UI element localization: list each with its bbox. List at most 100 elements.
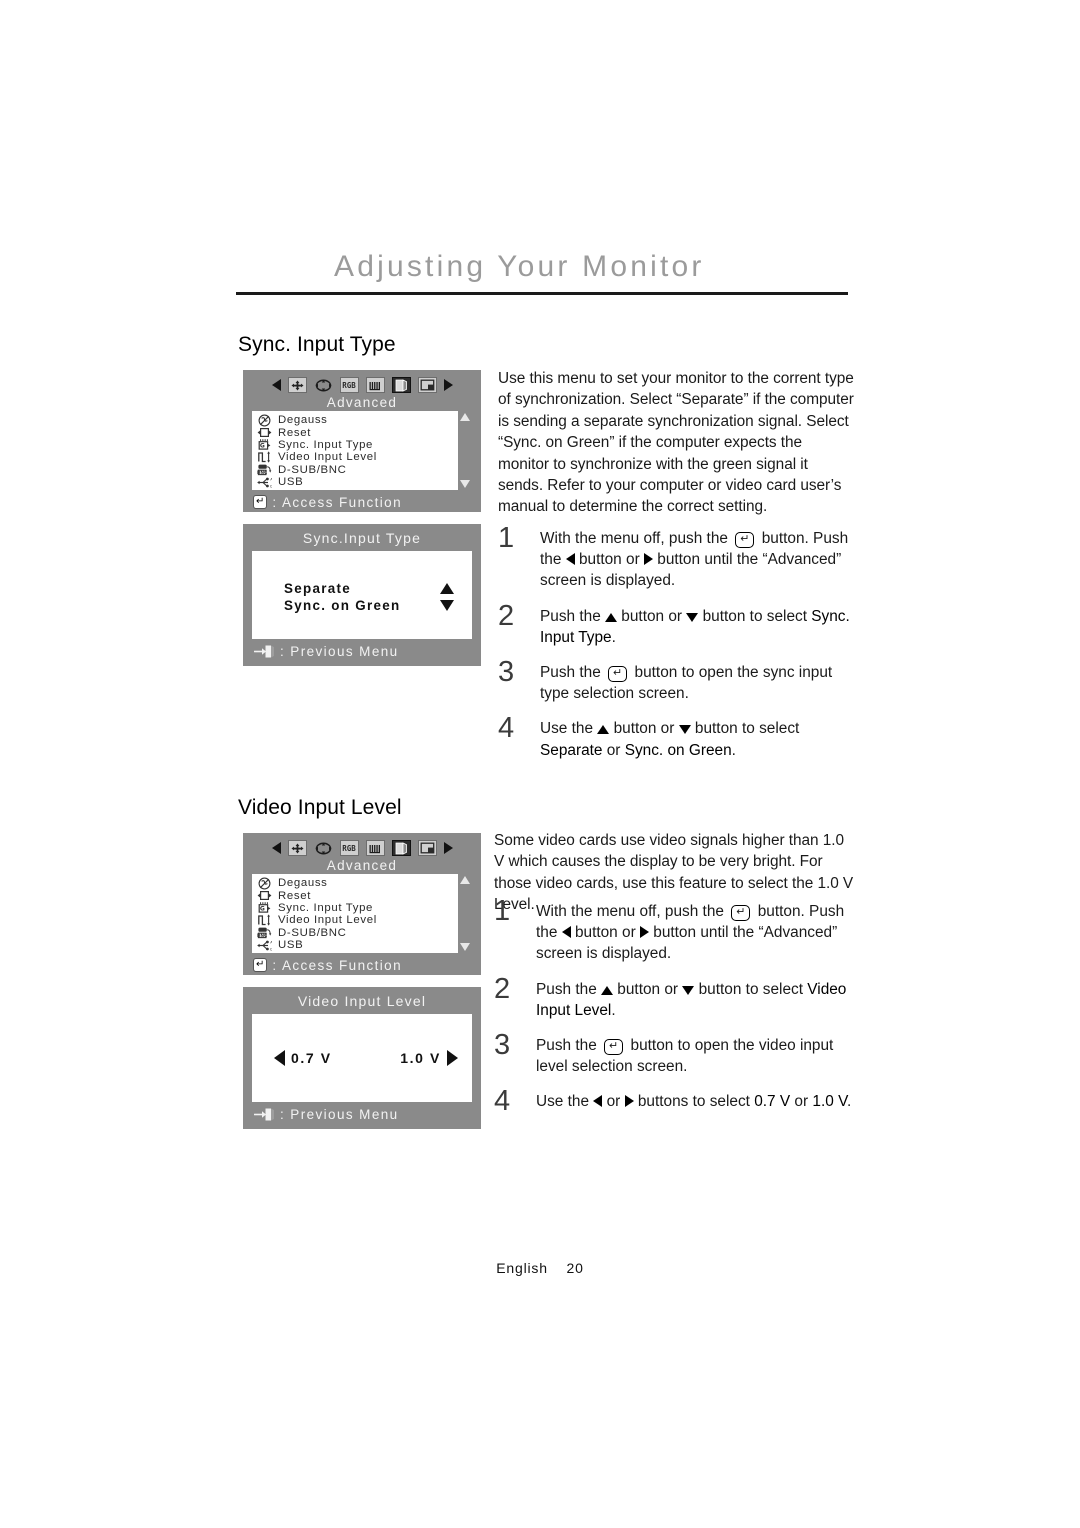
scroll-down-arrow-icon[interactable]	[460, 480, 470, 488]
step-list-sync-input-type: 1 With the menu off, push the ↵ button. P…	[498, 522, 858, 772]
osd-menu-item[interactable]: BNC D-SUB/BNC	[256, 464, 458, 476]
moire-icon[interactable]	[365, 377, 385, 393]
osd-menu-item[interactable]: Reset	[256, 426, 458, 439]
osd-menu-item-label: Video Input Level	[278, 914, 377, 927]
osd-menu-icon[interactable]	[417, 377, 437, 393]
osd-footer: : Previous Menu	[243, 1102, 481, 1124]
tab-prev-arrow-icon[interactable]	[271, 842, 281, 854]
advanced-icon[interactable]	[391, 840, 411, 856]
step-emphasis-term: 1.0 V	[812, 1093, 847, 1111]
osd-option-list: Separate Sync. on Green	[284, 580, 454, 614]
osd-item-list: Degauss Reset G Sync. Input Type Video Input…	[252, 874, 458, 953]
osd-item-list-wrapper: Degauss Reset G Sync. Input Type Video Input…	[252, 874, 472, 953]
svg-text:G: G	[259, 443, 264, 450]
page-title: Adjusting Your Monitor	[334, 250, 705, 283]
footer-page-number: 20	[566, 1260, 584, 1276]
step-emphasis-term: 0.7 V	[754, 1093, 791, 1111]
step-text: Push the ↵ button to open the video inpu…	[536, 1037, 834, 1076]
instruction-step: 4 Use the button or button to select Sepa…	[498, 714, 858, 760]
left-arrow-icon	[593, 1095, 603, 1108]
osd-video-input-level-screen: Video Input Level 0.7 V 1.0 V : Previous…	[243, 987, 481, 1129]
osd-value-left[interactable]: 0.7 V	[274, 1050, 332, 1066]
osd-footer: ↵ : Access Function	[243, 953, 481, 975]
svg-text:b: b	[270, 947, 272, 951]
osd-scrollbar[interactable]	[458, 874, 472, 953]
osd-menu-item[interactable]: G Sync. Input Type	[256, 902, 458, 914]
osd-menu-item-label: USB	[278, 939, 304, 952]
chapter-header: Adjusting Your Monitor	[236, 250, 848, 295]
right-arrow-icon	[639, 926, 649, 939]
osd-menu-item[interactable]: G Sync. Input Type	[256, 439, 458, 451]
step-text: With the menu off, push the ↵ button. Pu…	[540, 530, 849, 590]
geometry-icon[interactable]	[314, 840, 333, 856]
exit-icon	[253, 1107, 275, 1122]
value-left-arrow-icon[interactable]	[274, 1050, 285, 1066]
osd-menu-item[interactable]: Ab USB	[256, 476, 458, 488]
osd-subtitle: Advanced	[326, 395, 398, 410]
right-arrow-icon	[624, 1095, 634, 1108]
osd-value-row: 0.7 V 1.0 V	[274, 1050, 458, 1066]
osd-sync-input-type-screen: Sync.Input Type Separate Sync. on Green …	[243, 524, 481, 666]
osd-menu-item[interactable]: BNC D-SUB/BNC	[256, 927, 458, 939]
instruction-step: 3 Push the ↵ button to open the video inp…	[494, 1029, 858, 1077]
value-1-0v-label: 1.0 V	[400, 1050, 441, 1066]
osd-menu-item-label: D-SUB/BNC	[278, 926, 347, 939]
osd-menu-item[interactable]: Degauss	[256, 414, 458, 426]
moire-icon[interactable]	[365, 840, 385, 856]
section-heading-video-input-level: Video Input Level	[238, 796, 402, 819]
value-0-7v-label: 0.7 V	[291, 1050, 332, 1066]
degauss-icon	[256, 877, 272, 890]
enter-key-icon: ↵	[253, 958, 268, 972]
osd-value-right[interactable]: 1.0 V	[400, 1050, 458, 1066]
step-text: Push the button or button to select Vide…	[536, 980, 847, 1019]
rgb-color-icon[interactable]: RGB	[339, 377, 359, 393]
page-footer: English 20	[0, 1260, 1080, 1276]
down-arrow-icon	[686, 612, 699, 622]
advanced-icon[interactable]	[391, 377, 411, 393]
osd-screen-title: Sync.Input Type	[302, 530, 422, 546]
svg-text:RGB: RGB	[342, 844, 356, 853]
option-up-arrow-icon[interactable]	[440, 583, 454, 594]
rgb-color-icon[interactable]: RGB	[339, 840, 359, 856]
geometry-icon[interactable]	[314, 377, 333, 393]
tab-next-arrow-icon[interactable]	[443, 379, 453, 391]
position-icon[interactable]	[287, 377, 307, 393]
step-number: 1	[498, 522, 515, 554]
osd-screen-body: 0.7 V 1.0 V	[252, 1014, 472, 1102]
tab-next-arrow-icon[interactable]	[443, 842, 453, 854]
osd-footer-label: : Access Function	[272, 957, 402, 973]
scroll-up-arrow-icon[interactable]	[460, 876, 470, 884]
osd-footer-label: : Previous Menu	[280, 1106, 399, 1122]
svg-text:BNC: BNC	[257, 933, 267, 939]
tab-prev-arrow-icon[interactable]	[271, 379, 281, 391]
osd-option-label: Sync. on Green	[284, 598, 401, 613]
osd-menu-item[interactable]: Video Input Level	[256, 451, 458, 463]
osd-screen-title: Video Input Level	[297, 993, 427, 1009]
osd-menu-item-label: D-SUB/BNC	[278, 463, 347, 476]
step-number: 4	[494, 1085, 511, 1118]
osd-option-separate[interactable]: Separate	[284, 580, 454, 597]
osd-menu-icon[interactable]	[417, 840, 437, 856]
scroll-down-arrow-icon[interactable]	[460, 943, 470, 951]
osd-screen-body: Separate Sync. on Green	[252, 551, 472, 639]
left-arrow-icon	[561, 926, 571, 939]
osd-menu-item-label: Sync. Input Type	[278, 438, 374, 451]
step-number: 3	[498, 656, 515, 689]
osd-option-label: Separate	[284, 581, 351, 596]
osd-menu-item[interactable]: Reset	[256, 889, 458, 902]
option-down-arrow-icon[interactable]	[440, 600, 454, 611]
scroll-up-arrow-icon[interactable]	[460, 413, 470, 421]
osd-menu-item[interactable]: Video Input Level	[256, 914, 458, 926]
osd-scrollbar[interactable]	[458, 411, 472, 490]
value-right-arrow-icon[interactable]	[447, 1050, 458, 1066]
osd-footer: : Previous Menu	[243, 639, 481, 661]
position-icon[interactable]	[287, 840, 307, 856]
osd-menu-item[interactable]: Ab USB	[256, 939, 458, 951]
osd-menu-item[interactable]: Degauss	[256, 877, 458, 889]
instruction-step: 1 With the menu off, push the ↵ button. P…	[494, 897, 858, 965]
enter-key-icon: ↵	[608, 666, 628, 683]
dsub-bnc-icon: BNC	[256, 464, 272, 476]
osd-option-sync-on-green[interactable]: Sync. on Green	[284, 597, 454, 614]
step-number: 3	[494, 1029, 511, 1062]
osd-tab-bar: RGB	[243, 370, 481, 396]
